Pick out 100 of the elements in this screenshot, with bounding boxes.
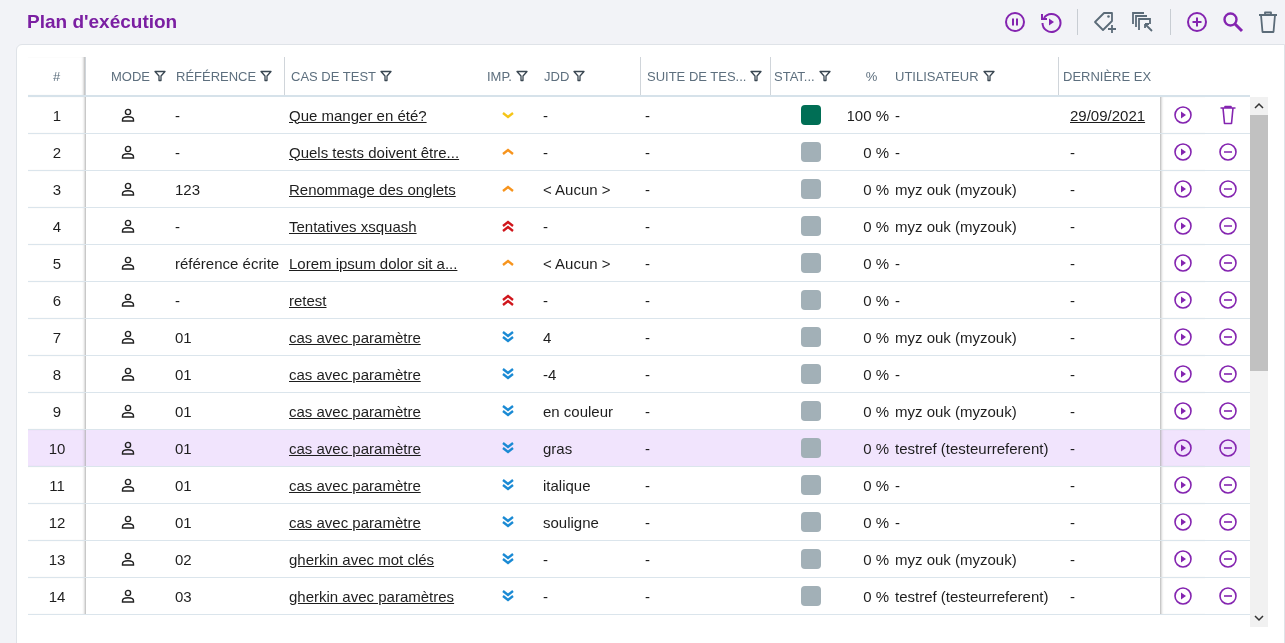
column-header[interactable]: STAT...	[770, 57, 848, 95]
test-case-link[interactable]: Lorem ipsum dolor sit a...	[289, 254, 458, 272]
column-header[interactable]: SUITE DE TES...	[640, 57, 770, 95]
remove-icon[interactable]	[1217, 549, 1238, 569]
remove-icon[interactable]	[1217, 586, 1238, 606]
filter-icon[interactable]	[818, 70, 831, 82]
play-icon[interactable]	[1172, 586, 1193, 606]
table-row[interactable]: 11 01 cas avec paramètre italique - 0 % - -	[28, 467, 1250, 504]
remove-icon[interactable]	[1217, 512, 1238, 532]
row-number: 3	[52, 180, 62, 198]
test-case-link[interactable]: Tentatives xsquash	[289, 217, 417, 235]
table-cell: < Aucun >	[543, 254, 611, 272]
test-case-link[interactable]: Renommage des onglets	[289, 180, 456, 198]
filter-icon[interactable]	[982, 70, 995, 82]
play-icon[interactable]	[1172, 549, 1193, 569]
filter-icon[interactable]	[260, 70, 273, 82]
delete-icon[interactable]	[1218, 105, 1237, 125]
table-row[interactable]: 2 - Quels tests doivent être... - - 0 % - -	[28, 134, 1250, 171]
play-icon[interactable]	[1172, 401, 1193, 421]
test-case-link[interactable]: cas avec paramètre	[289, 365, 421, 383]
play-icon[interactable]	[1172, 105, 1193, 125]
remove-icon[interactable]	[1217, 475, 1238, 495]
test-case-link[interactable]: gherkin avec paramètres	[289, 587, 455, 605]
play-icon[interactable]	[1172, 216, 1193, 236]
play-icon[interactable]	[1172, 475, 1193, 495]
table-cell: 4	[543, 328, 552, 346]
remove-icon[interactable]	[1217, 290, 1238, 310]
column-header[interactable]: DERNIÈRE EX	[1058, 57, 1160, 95]
column-header[interactable]: IMP.	[470, 57, 538, 95]
test-case-link[interactable]: Quels tests doivent être...	[289, 143, 460, 161]
filter-icon[interactable]	[573, 70, 586, 82]
column-header[interactable]: UTILISATEUR	[895, 57, 1058, 95]
scrollbar[interactable]	[1250, 97, 1268, 627]
remove-icon[interactable]	[1217, 253, 1238, 273]
search-icon[interactable]	[1221, 10, 1245, 34]
filter-icon[interactable]	[154, 70, 166, 82]
remove-icon[interactable]	[1217, 142, 1238, 162]
play-icon[interactable]	[1172, 327, 1193, 347]
tag-plus-icon[interactable]	[1092, 10, 1118, 34]
filter-icon[interactable]	[516, 70, 528, 82]
table-cell: -	[895, 106, 900, 124]
add-icon[interactable]	[1185, 10, 1209, 34]
row-number: 11	[49, 476, 65, 494]
table-cell: -	[1070, 143, 1075, 161]
table-row[interactable]: 4 - Tentatives xsquash - - 0 % myz ouk (myzouk) -	[28, 208, 1250, 245]
column-header[interactable]: MODE	[86, 57, 170, 95]
column-header[interactable]: JDD	[538, 57, 640, 95]
row-number: 5	[52, 254, 62, 272]
test-case-link[interactable]: cas avec paramètre	[289, 476, 421, 494]
table-row[interactable]: 14 03 gherkin avec paramètres - - 0 % testref (testeurreferent) -	[28, 578, 1250, 615]
table-row[interactable]: 3 123 Renommage des onglets < Aucun > - 0 % myz ouk (myzouk) -	[28, 171, 1250, 208]
play-icon[interactable]	[1172, 290, 1193, 310]
play-icon[interactable]	[1172, 253, 1193, 273]
play-icon[interactable]	[1172, 512, 1193, 532]
table-row[interactable]: 10 01 cas avec paramètre gras - 0 % testref (testeurreferent) -	[28, 430, 1250, 467]
column-header[interactable]: %	[848, 57, 895, 95]
table-row[interactable]: 1 - Que manger en été? - - 100 % - 29/09/2021	[28, 97, 1250, 134]
delete-icon[interactable]	[1257, 10, 1279, 34]
date-link[interactable]: 29/09/2021	[1070, 106, 1146, 124]
scrollbar-thumb[interactable]	[1250, 115, 1268, 371]
test-case-link[interactable]: cas avec paramètre	[289, 439, 421, 457]
remove-icon[interactable]	[1217, 179, 1238, 199]
replay-icon[interactable]	[1039, 10, 1063, 34]
remove-icon[interactable]	[1217, 438, 1238, 458]
remove-icon[interactable]	[1217, 401, 1238, 421]
row-number: 13	[48, 550, 66, 568]
remove-icon[interactable]	[1217, 364, 1238, 384]
table-row[interactable]: 12 01 cas avec paramètre souligne - 0 % - -	[28, 504, 1250, 541]
test-case-link[interactable]: Que manger en été?	[289, 106, 427, 124]
person-icon	[121, 182, 135, 196]
filter-icon[interactable]	[380, 70, 392, 82]
table-cell: -	[895, 143, 900, 161]
test-case-link[interactable]: gherkin avec mot clés	[289, 550, 435, 568]
filter-icon[interactable]	[750, 70, 763, 82]
person-icon	[121, 145, 135, 159]
remove-icon[interactable]	[1217, 327, 1238, 347]
table-row[interactable]: 5 référence écrite Lorem ipsum dolor sit a... < Aucun > - 0 % - -	[28, 245, 1250, 282]
table-row[interactable]: 13 02 gherkin avec mot clés - - 0 % myz ouk (myzouk) -	[28, 541, 1250, 578]
table-row[interactable]: 7 01 cas avec paramètre 4 - 0 % myz ouk (myzouk) -	[28, 319, 1250, 356]
test-case-link[interactable]: cas avec paramètre	[289, 328, 421, 346]
column-header[interactable]: CAS DE TEST	[284, 57, 470, 95]
scroll-down-icon[interactable]	[1253, 613, 1265, 623]
column-header[interactable]: RÉFÉRENCE	[170, 57, 284, 95]
test-case-link[interactable]: cas avec paramètre	[289, 402, 421, 420]
play-icon[interactable]	[1172, 142, 1193, 162]
table-cell: -4	[543, 365, 557, 383]
importance-icon	[500, 477, 516, 493]
table-row[interactable]: 8 01 cas avec paramètre -4 - 0 % - -	[28, 356, 1250, 393]
test-case-link[interactable]: retest	[289, 291, 327, 309]
table-row[interactable]: 6 - retest - - 0 % - -	[28, 282, 1250, 319]
remove-icon[interactable]	[1217, 216, 1238, 236]
test-case-link[interactable]: cas avec paramètre	[289, 513, 421, 531]
play-icon[interactable]	[1172, 179, 1193, 199]
pause-icon[interactable]	[1003, 10, 1027, 34]
play-icon[interactable]	[1172, 364, 1193, 384]
scroll-up-icon[interactable]	[1253, 101, 1265, 111]
play-icon[interactable]	[1172, 438, 1193, 458]
column-header[interactable]: #	[28, 57, 86, 95]
table-cell: -	[175, 106, 180, 124]
table-cell: -	[645, 550, 650, 568]
